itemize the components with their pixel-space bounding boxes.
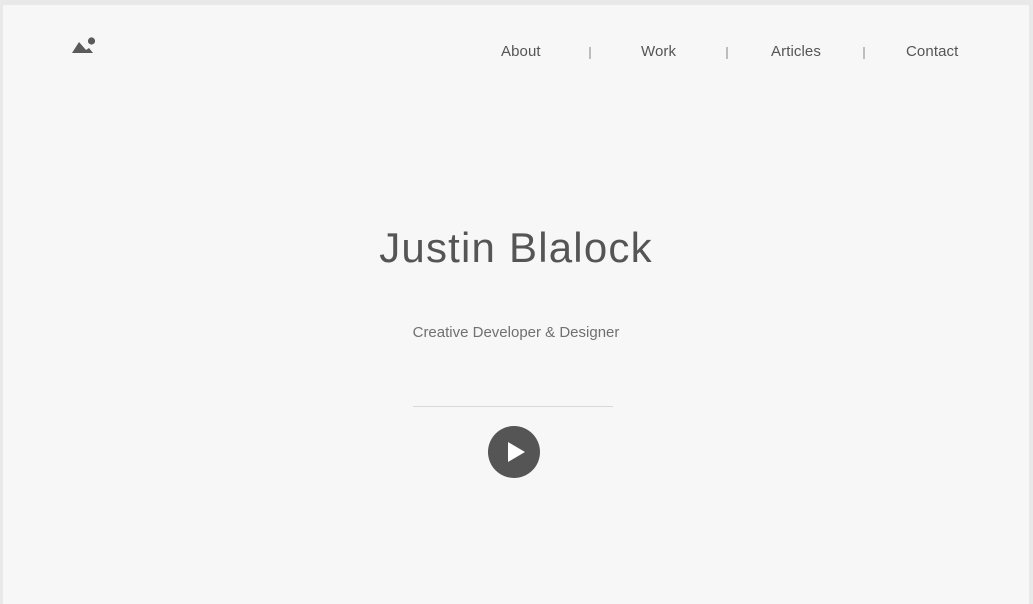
hero-subtitle: Creative Developer & Designer	[412, 324, 620, 341]
nav-separator	[726, 47, 728, 59]
nav-link-articles[interactable]: Articles	[771, 43, 821, 60]
nav-link-work[interactable]: Work	[641, 43, 676, 60]
main-nav: About Work Articles Contact	[3, 43, 1029, 63]
nav-link-about[interactable]: About	[501, 43, 541, 60]
play-icon	[508, 442, 525, 462]
play-button[interactable]	[488, 426, 540, 478]
nav-link-contact[interactable]: Contact	[906, 43, 958, 60]
nav-separator	[589, 47, 591, 59]
hero-divider	[413, 406, 613, 407]
page: About Work Articles Contact Justin Blalo…	[3, 5, 1029, 604]
nav-separator	[863, 47, 865, 59]
hero-title: Justin Blalock	[379, 224, 653, 271]
